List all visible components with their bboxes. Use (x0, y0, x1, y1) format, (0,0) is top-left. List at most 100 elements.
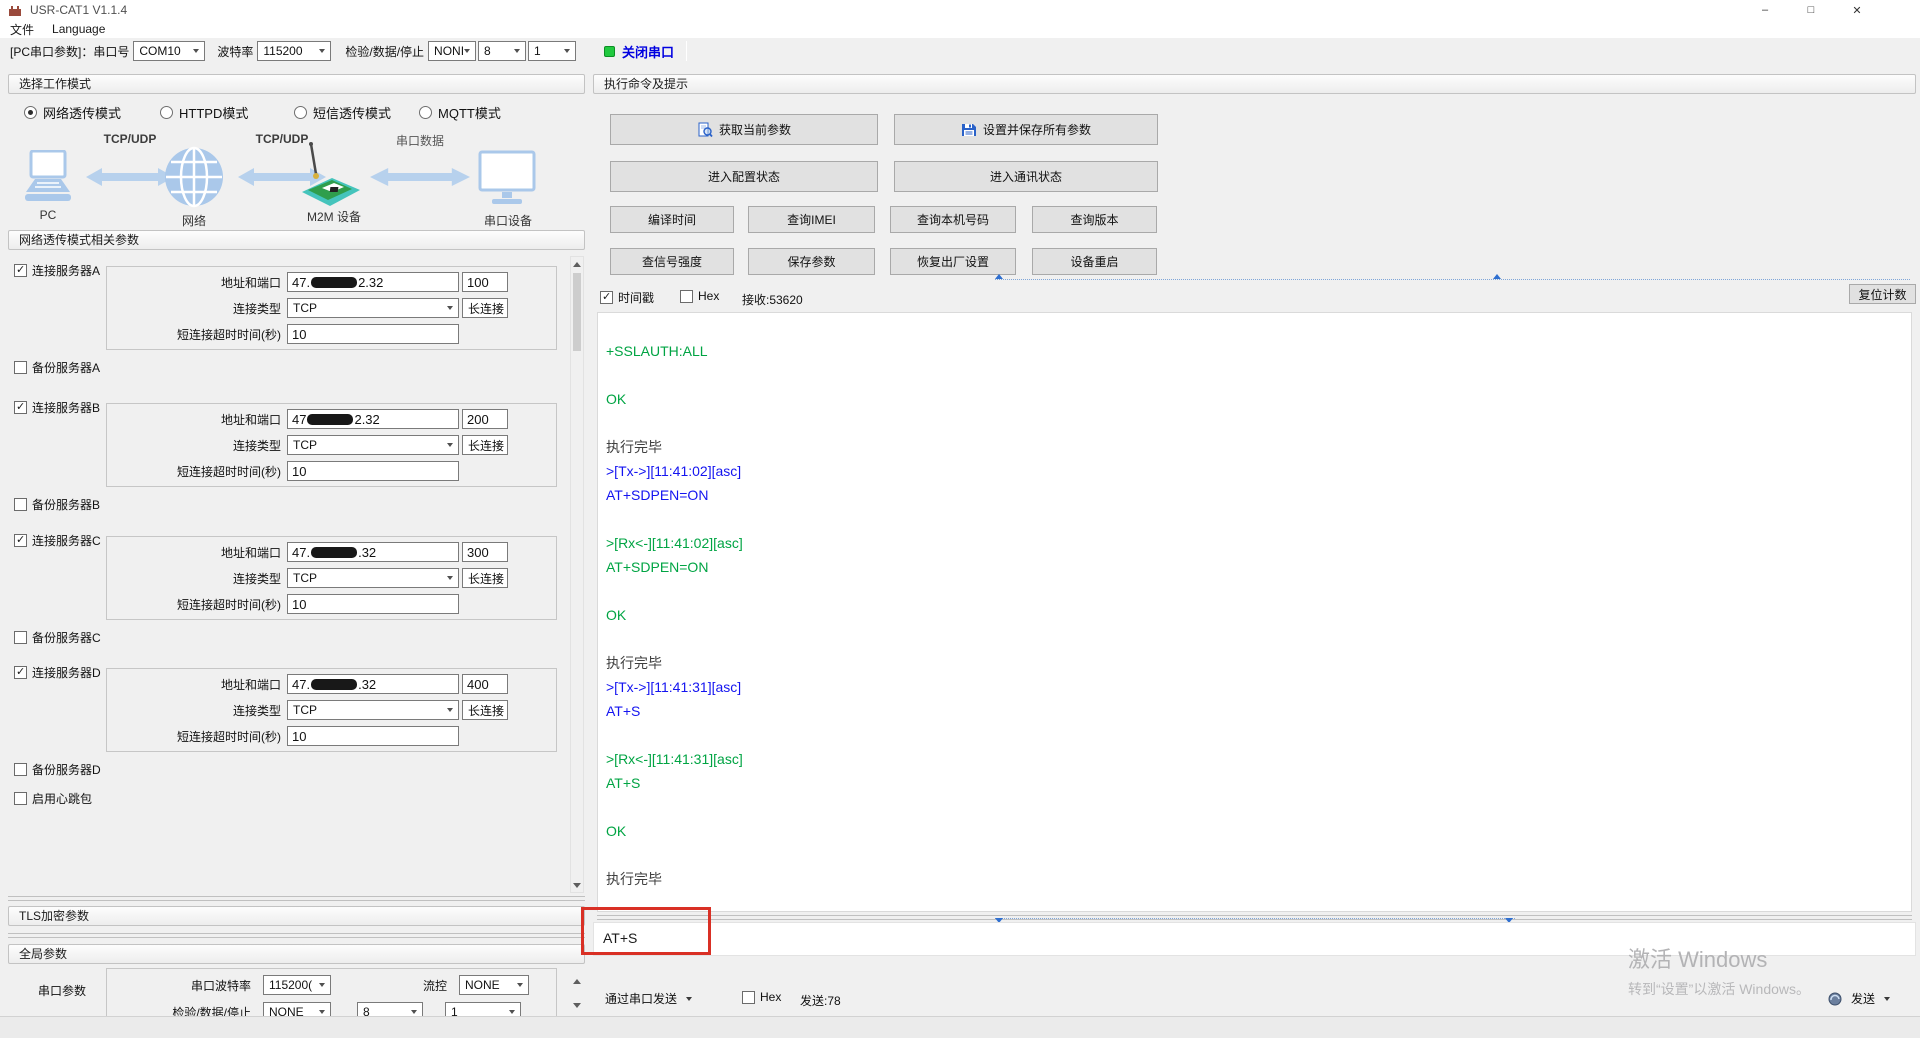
query-version-button[interactable]: 查询版本 (1032, 206, 1157, 233)
titlebar: USR-CAT1 V1.1.4 – □ ✕ (0, 0, 1920, 20)
conn-mode-select[interactable]: 长连接 (462, 700, 508, 720)
log-output[interactable]: +SSLAUTH:ALL OK 执行完毕>[Tx->][11:41:02][as… (597, 312, 1912, 912)
query-number-button[interactable]: 查询本机号码 (890, 206, 1016, 233)
port-input[interactable]: 400 (462, 674, 508, 694)
address-input[interactable]: 472.32 (287, 409, 459, 429)
scrollbar-thumb[interactable] (573, 273, 581, 351)
timeout-input[interactable]: 10 (287, 461, 459, 481)
baud-select[interactable]: 115200 (257, 41, 331, 61)
port-input[interactable]: 100 (462, 272, 508, 292)
checkbox-icon (14, 792, 27, 805)
radio-icon (419, 106, 432, 119)
com-port-select[interactable]: COM10 (133, 41, 205, 61)
checkbox-icon (14, 361, 27, 374)
log-bottom-scrollbar[interactable] (995, 918, 1515, 919)
stopbits-select[interactable]: 1 (528, 41, 576, 61)
databits-select[interactable]: 8 (478, 41, 526, 61)
log-line: AT+SDPEN=ON (606, 555, 1903, 579)
log-line: 执行完毕 (606, 651, 1903, 675)
get-params-button[interactable]: 获取当前参数 (610, 114, 878, 145)
backup-server-checkbox[interactable]: 备份服务器D (14, 761, 101, 778)
m2m-device-icon (300, 140, 362, 210)
serial-baud-select[interactable]: 115200( (263, 975, 331, 995)
toolbar-separator (686, 41, 687, 61)
send-hex-checkbox[interactable]: Hex (742, 990, 781, 1004)
factory-reset-button[interactable]: 恢复出厂设置 (890, 248, 1016, 275)
menu-file[interactable]: 文件 (10, 21, 34, 38)
conn-mode-select[interactable]: 长连接 (462, 298, 508, 318)
reset-count-button[interactable]: 复位计数 (1849, 284, 1916, 304)
log-line (606, 579, 1903, 603)
minimize-button[interactable]: – (1742, 0, 1788, 20)
backup-server-checkbox[interactable]: 备份服务器C (14, 629, 101, 646)
recv-count: 接收:53620 (742, 291, 803, 308)
scroll-down-icon[interactable] (571, 878, 583, 892)
checkbox-icon (742, 991, 755, 1004)
menu-language[interactable]: Language (52, 22, 105, 36)
conn-mode-select[interactable]: 长连接 (462, 568, 508, 588)
conn-type-select[interactable]: TCP (287, 298, 459, 318)
params-scrollbar[interactable] (570, 256, 584, 893)
scroll-up-icon[interactable] (570, 974, 584, 988)
backup-server-checkbox[interactable]: 备份服务器B (14, 496, 100, 513)
timeout-input[interactable]: 10 (287, 726, 459, 746)
conn-mode-select[interactable]: 长连接 (462, 435, 508, 455)
scroll-up-icon[interactable] (571, 257, 583, 271)
splitter[interactable] (8, 933, 585, 938)
conn-type-select[interactable]: TCP (287, 568, 459, 588)
signal-strength-button[interactable]: 查信号强度 (610, 248, 734, 275)
radio-icon (294, 106, 307, 119)
log-top-scrollbar[interactable] (995, 279, 1910, 280)
timeout-input[interactable]: 10 (287, 324, 459, 344)
timeout-input[interactable]: 10 (287, 594, 459, 614)
conn-type-select[interactable]: TCP (287, 435, 459, 455)
flow-select[interactable]: NONE (459, 975, 529, 995)
chevron-down-icon (686, 997, 692, 1001)
send-button[interactable]: 发送 (1828, 990, 1890, 1007)
mode-radio-2[interactable]: 短信透传模式 (294, 103, 391, 122)
server-fieldbox: 地址和端口47..32400连接类型TCP长连接短连接超时时间(秒)10 (106, 668, 557, 752)
enter-config-button[interactable]: 进入配置状态 (610, 161, 878, 192)
close-port-button[interactable]: 关闭串口 (604, 42, 674, 61)
app-icon (8, 3, 22, 17)
radio-icon (24, 106, 37, 119)
link1-label: TCP/UDP (86, 132, 174, 146)
splitter[interactable] (8, 896, 585, 901)
connect-server-checkbox[interactable]: 连接服务器B (14, 399, 100, 416)
send-via-dropdown[interactable]: 通过串口发送 (605, 990, 692, 1007)
scroll-down-icon[interactable] (570, 998, 584, 1012)
backup-server-checkbox[interactable]: 备份服务器A (14, 359, 100, 376)
mode-radio-3[interactable]: MQTT模式 (419, 103, 501, 122)
port-input[interactable]: 300 (462, 542, 508, 562)
timestamp-checkbox[interactable]: 时间戳 (600, 289, 654, 306)
serial-device-label: 串口设备 (472, 212, 544, 229)
query-imei-button[interactable]: 查询IMEI (748, 206, 875, 233)
address-input[interactable]: 47..32 (287, 674, 459, 694)
set-save-params-button[interactable]: 设置并保存所有参数 (894, 114, 1158, 145)
connect-server-checkbox[interactable]: 连接服务器C (14, 532, 101, 549)
conn-type-select[interactable]: TCP (287, 700, 459, 720)
link3-label: 串口数据 (370, 132, 470, 149)
m2m-label: M2M 设备 (292, 208, 376, 225)
connect-server-checkbox[interactable]: 连接服务器A (14, 262, 100, 279)
device-restart-button[interactable]: 设备重启 (1032, 248, 1157, 275)
parity-select[interactable]: NONI (428, 41, 476, 61)
address-input[interactable]: 47..32 (287, 542, 459, 562)
close-button[interactable]: ✕ (1834, 0, 1880, 20)
recv-hex-checkbox[interactable]: Hex (680, 289, 719, 303)
arrow-icon (86, 166, 174, 188)
heartbeat-checkbox[interactable]: 启用心跳包 (14, 790, 92, 807)
maximize-button[interactable]: □ (1788, 0, 1834, 20)
log-line: OK (606, 603, 1903, 627)
enter-comm-button[interactable]: 进入通讯状态 (894, 161, 1158, 192)
baud-label: 波特率 (217, 43, 253, 60)
port-input[interactable]: 200 (462, 409, 508, 429)
mode-radio-1[interactable]: HTTPD模式 (160, 103, 248, 122)
save-params-button[interactable]: 保存参数 (748, 248, 875, 275)
log-line (606, 795, 1903, 819)
address-input[interactable]: 47.2.32 (287, 272, 459, 292)
mode-radio-0[interactable]: 网络透传模式 (24, 103, 121, 122)
compile-time-button[interactable]: 编译时间 (610, 206, 734, 233)
server-block-C: 连接服务器C地址和端口47..32300连接类型TCP长连接短连接超时时间(秒)… (8, 526, 585, 656)
connect-server-checkbox[interactable]: 连接服务器D (14, 664, 101, 681)
